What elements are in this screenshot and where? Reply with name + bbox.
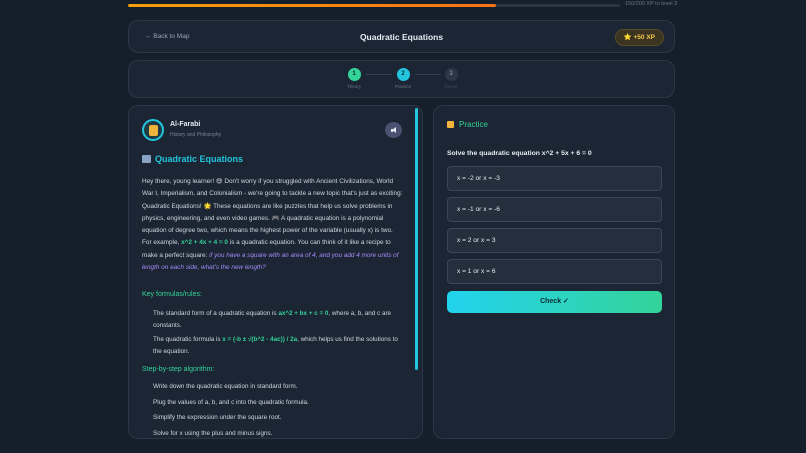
check-button[interactable]: Check ✓ [447, 291, 662, 313]
avatar [142, 119, 164, 141]
step-label: Practice [394, 84, 412, 89]
step-practice[interactable]: 2 Practice [383, 68, 423, 89]
step-number: 1 [347, 68, 361, 81]
practice-panel: Practice Solve the quadratic equation x^… [433, 105, 675, 439]
practice-question: Solve the quadratic equation x^2 + 5x + … [447, 150, 592, 157]
xp-progress-fill [128, 4, 496, 7]
step-label: Result [444, 84, 458, 89]
writing-hand-icon [447, 121, 454, 128]
answer-option[interactable]: x = 2 or x = 3 [447, 228, 662, 253]
lesson-stepper: 1 Theory 2 Practice 3 Result [128, 60, 675, 98]
algorithm-heading: Step-by-step algorithm: [142, 366, 215, 373]
formulas-heading: Key formulas/rules: [142, 291, 202, 298]
xp-progress-bar [128, 4, 620, 7]
algorithm-step: Simplify the expression under the square… [153, 414, 282, 421]
answer-option[interactable]: x = 1 or x = 6 [447, 259, 662, 284]
scroll-icon [148, 124, 158, 136]
step-number: 3 [444, 68, 458, 81]
step-theory[interactable]: 1 Theory [334, 68, 374, 89]
step-label: Theory [346, 84, 361, 89]
theory-intro-text: Hey there, young learner! 😄 Don't worry … [142, 178, 403, 272]
algorithm-step: Write down the quadratic equation in sta… [153, 383, 298, 390]
theory-scrollbar[interactable] [415, 108, 418, 370]
theory-panel[interactable]: Al-Farabi History and Philosophy Quadrat… [128, 105, 423, 439]
page-title: Quadratic Equations [359, 32, 444, 42]
xp-reward-badge: ⭐ +50 XP [614, 29, 664, 46]
practice-title: Practice [447, 120, 488, 129]
formula-standard-form: The standard form of a quadratic equatio… [153, 310, 392, 329]
answer-option[interactable]: x = -1 or x = -6 [447, 197, 662, 222]
author-role: History and Philosophy [170, 132, 222, 138]
lesson-header: ← Back to Map Quadratic Equations ⭐ +50 … [128, 20, 675, 53]
theory-section-title: Quadratic Equations [142, 154, 243, 164]
xp-progress-label: 150/200 XP to level 3 [625, 1, 678, 7]
algorithm-step: Solve for x using the plus and minus sig… [153, 430, 273, 437]
answer-option[interactable]: x = -2 or x = -3 [447, 166, 662, 191]
formula-quadratic: The quadratic formula is x = (-b ± √(b^2… [153, 336, 398, 355]
step-result: 3 Result [431, 68, 471, 89]
step-number: 2 [396, 68, 410, 81]
back-to-map-link[interactable]: ← Back to Map [145, 33, 189, 40]
author-name: Al-Farabi [170, 121, 201, 128]
book-icon [142, 155, 151, 163]
audio-button[interactable] [385, 122, 402, 138]
algorithm-step: Plug the values of a, b, and c into the … [153, 399, 309, 406]
